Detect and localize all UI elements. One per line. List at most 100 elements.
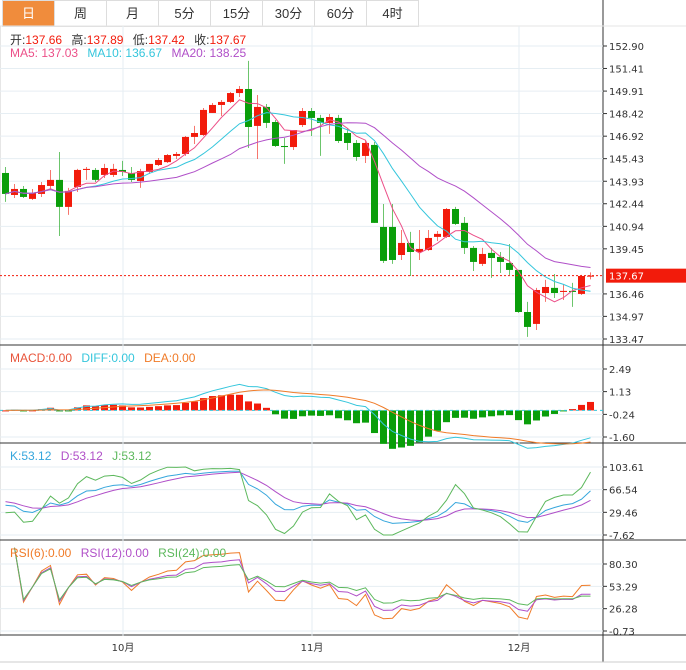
candle (38, 182, 45, 197)
candle-body (398, 242, 405, 256)
rsi-tick-label: 80.30 (609, 560, 638, 571)
price-tick-label: 148.42 (609, 110, 644, 121)
macd-tick-label: -1.60 (609, 433, 635, 444)
current-price-label: 137.67 (609, 272, 644, 283)
candle (191, 125, 198, 145)
macd-bar (497, 410, 504, 416)
candle-body (74, 169, 81, 187)
candle (488, 247, 495, 278)
macd-bar (308, 410, 315, 416)
macd-bar (281, 410, 288, 419)
macd-bar (407, 410, 414, 446)
candle-body (164, 155, 171, 163)
price-tick-label: 142.44 (609, 200, 644, 211)
kline-widget: 日 周 月 5分 15分 30分 60分 4时 10月 11月 12月 152.90 1… (0, 0, 686, 670)
candle-body (56, 179, 63, 207)
candle (272, 120, 279, 148)
candle-body (182, 136, 189, 154)
candle-body (155, 160, 162, 165)
macd-bar (335, 410, 342, 419)
candle (362, 139, 369, 164)
kdj-tick-label: 103.61 (609, 463, 644, 474)
candle-body (29, 193, 36, 199)
candle (335, 114, 342, 143)
macd-bar (245, 401, 252, 411)
macd-bar (443, 410, 450, 423)
macd-bar (425, 410, 432, 437)
candle (92, 167, 99, 183)
candle-body (191, 133, 198, 137)
diff-value: DIFF:0.00 (81, 351, 135, 365)
candle (533, 287, 540, 330)
price-tick-label: 152.90 (609, 42, 644, 53)
macd-bar (218, 395, 225, 411)
rsi24-value: RSI(24):0.00 (158, 546, 227, 560)
candle-body (65, 190, 72, 207)
candle (155, 158, 162, 167)
candle-body (218, 101, 225, 105)
macd-bar (488, 410, 495, 417)
low-label: 低: (132, 33, 149, 47)
candle (515, 269, 522, 313)
macd-bar (506, 410, 513, 416)
candle (47, 169, 54, 191)
candle (434, 231, 441, 241)
candle (164, 153, 171, 164)
candle-body (344, 133, 351, 143)
dea-line (5, 389, 591, 445)
candle-body (254, 106, 261, 126)
macd-bar (191, 401, 198, 411)
macd-bar (317, 410, 324, 416)
d-value: D:53.12 (60, 449, 103, 463)
macd-legend: MACD:0.00 DIFF:0.00 DEA:0.00 (10, 351, 201, 365)
price-tick-label: 133.47 (609, 335, 644, 346)
candle-body (281, 145, 288, 148)
candle (245, 60, 252, 148)
macd-bar (380, 410, 387, 444)
candle-body (272, 122, 279, 146)
candle (29, 188, 36, 200)
macd-bar (515, 410, 522, 421)
macd-bar (254, 403, 261, 411)
dea-value: DEA:0.00 (144, 351, 196, 365)
macd-bar (371, 410, 378, 434)
rsi12-value: RSI(12):0.00 (80, 546, 149, 560)
ma10-value: MA10: 136.67 (87, 46, 163, 60)
macd-bar (587, 401, 594, 411)
ma5-value: MA5: 137.03 (10, 46, 79, 60)
candle (182, 136, 189, 156)
ma20-line (5, 122, 591, 268)
candle (452, 206, 459, 225)
open-label: 开: (10, 33, 26, 47)
price-tick-label: 134.97 (609, 312, 644, 323)
macd-bar (479, 410, 486, 418)
macd-bar (236, 394, 243, 411)
price-tick-label: 146.92 (609, 132, 644, 143)
candle-body (578, 275, 585, 294)
candle-body (38, 185, 45, 194)
high-value: 137.89 (86, 33, 124, 47)
macd-bar (173, 405, 180, 411)
macd-bar (434, 410, 441, 431)
macd-bar (452, 410, 459, 418)
candle (209, 103, 216, 113)
candle (407, 231, 414, 276)
high-label: 高: (71, 33, 87, 47)
candle-body (434, 233, 441, 237)
candle (380, 204, 387, 263)
macd-bar (227, 394, 234, 411)
candle (119, 160, 126, 176)
rsi6-value: RSI(6):0.00 (10, 546, 72, 560)
macd-bar (272, 410, 279, 415)
candle-body (236, 88, 243, 94)
ma-legend: MA5: 137.03 MA10: 136.67 MA20: 138.25 (10, 46, 252, 60)
candle-body (173, 153, 180, 156)
candle (227, 91, 234, 104)
macd-tick-label: -0.24 (609, 410, 635, 421)
macd-bar (290, 410, 297, 419)
macd-bar (344, 410, 351, 421)
macd-bar (533, 410, 540, 421)
chart-canvas[interactable]: 10月 11月 12月 152.90 151.41 149.91 148.42 146.92 1… (0, 0, 686, 670)
macd-bar (524, 410, 531, 425)
candle (83, 166, 90, 180)
